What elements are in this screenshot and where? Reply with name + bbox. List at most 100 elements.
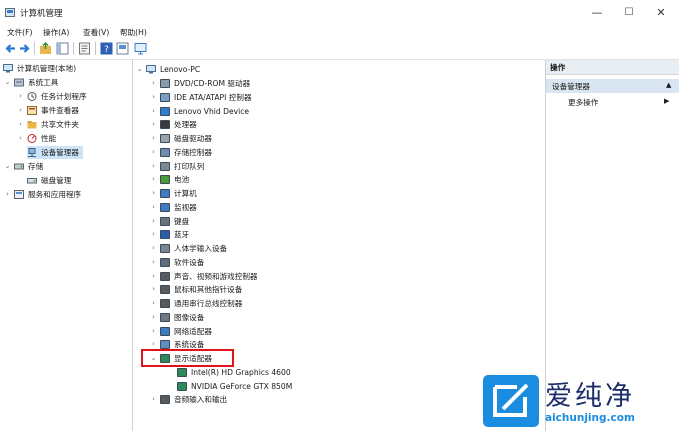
properties-icon[interactable]: [78, 42, 91, 55]
chevron-right-icon[interactable]: ›: [150, 160, 157, 173]
device-category-item[interactable]: › 电池: [150, 173, 189, 186]
tree-item-computer-management[interactable]: 计算机管理(本地): [3, 62, 76, 75]
menu-help[interactable]: 帮助(H): [120, 27, 147, 38]
device-category-item[interactable]: › IDE ATA/ATAPI 控制器: [150, 91, 252, 104]
chevron-right-icon[interactable]: ›: [150, 393, 157, 406]
performance-icon: [27, 134, 37, 143]
tree-item-device-manager[interactable]: 设备管理器: [27, 146, 83, 159]
forward-icon[interactable]: [18, 42, 31, 55]
chevron-right-icon[interactable]: ›: [150, 215, 157, 228]
keyboard-icon: [160, 216, 170, 226]
actions-section-device-manager[interactable]: 设备管理器 ▲: [546, 79, 679, 93]
chevron-right-icon[interactable]: ›: [150, 118, 157, 131]
device-category-item[interactable]: › 网络适配器: [150, 325, 212, 338]
monitor-toolbar-icon[interactable]: [134, 42, 147, 55]
device-category-item[interactable]: Intel(R) HD Graphics 4600: [177, 366, 291, 379]
audio-io-icon: [160, 395, 170, 405]
tree-item-disk-management[interactable]: 磁盘管理: [27, 174, 71, 187]
tree-item-task-scheduler[interactable]: › 任务计划程序: [17, 90, 87, 103]
watermark-brand: 爱纯净: [545, 381, 635, 412]
device-tree-root[interactable]: ⌄ Lenovo-PC: [136, 63, 200, 76]
chevron-right-icon[interactable]: ›: [17, 132, 24, 145]
watermark-logo-icon: [483, 375, 539, 427]
device-category-item[interactable]: › 处理器: [150, 118, 197, 131]
chevron-right-icon[interactable]: ›: [150, 270, 157, 283]
help-icon[interactable]: ?: [100, 42, 113, 55]
navigation-pane: 计算机管理(本地) ⌄ 系统工具 › 任务计划程序 › 事件查看器 › 共享文件…: [0, 60, 133, 431]
show-hide-tree-icon[interactable]: [56, 42, 69, 55]
device-category-item[interactable]: › 软件设备: [150, 256, 204, 269]
storage-icon: [14, 163, 24, 170]
chevron-right-icon[interactable]: ›: [17, 104, 24, 117]
chevron-right-icon[interactable]: ›: [150, 256, 157, 269]
close-button[interactable]: ✕: [646, 2, 676, 22]
device-category-item[interactable]: › 监视器: [150, 201, 197, 214]
tree-item-system-tools[interactable]: ⌄ 系统工具: [4, 76, 59, 89]
menu-view[interactable]: 查看(V): [83, 27, 109, 38]
tree-item-storage[interactable]: ⌄ 存储: [4, 160, 44, 173]
chevron-down-icon[interactable]: ⌄: [4, 76, 11, 89]
chevron-down-icon[interactable]: ⌄: [136, 63, 143, 76]
chevron-right-icon[interactable]: ›: [150, 228, 157, 241]
chevron-right-icon[interactable]: ›: [150, 173, 157, 186]
menu-file[interactable]: 文件(F): [7, 27, 32, 38]
chevron-right-icon[interactable]: ›: [150, 105, 157, 118]
chevron-right-icon[interactable]: ›: [150, 146, 157, 159]
device-category-item[interactable]: › 磁盘驱动器: [150, 132, 212, 145]
device-category-item[interactable]: › 人体学输入设备: [150, 242, 227, 255]
chevron-down-icon[interactable]: ⌄: [4, 160, 11, 173]
chevron-right-icon[interactable]: ›: [150, 187, 157, 200]
actions-header: 操作: [546, 60, 679, 75]
device-category-item[interactable]: › 计算机: [150, 187, 197, 200]
chevron-right-icon[interactable]: ›: [150, 132, 157, 145]
chevron-right-icon[interactable]: ›: [150, 201, 157, 214]
up-folder-icon[interactable]: [39, 42, 52, 55]
chevron-right-icon[interactable]: ›: [4, 188, 11, 201]
chevron-right-icon[interactable]: ›: [150, 77, 157, 90]
computer-icon: [160, 189, 170, 198]
monitor-icon: [160, 202, 170, 212]
device-category-item[interactable]: › 蓝牙: [150, 228, 189, 241]
maximize-button[interactable]: ☐: [614, 2, 644, 22]
mouse-icon: [160, 285, 170, 295]
device-category-item[interactable]: › 键盘: [150, 215, 189, 228]
device-category-item[interactable]: › Lenovo Vhid Device: [150, 105, 249, 118]
chevron-right-icon[interactable]: ›: [150, 311, 157, 324]
chevron-right-icon[interactable]: ›: [150, 242, 157, 255]
tree-item-event-viewer[interactable]: › 事件查看器: [17, 104, 79, 117]
chevron-right-icon[interactable]: ›: [17, 90, 24, 103]
export-list-icon[interactable]: [116, 42, 129, 55]
device-category-item[interactable]: › 存储控制器: [150, 146, 212, 159]
window-title: 计算机管理: [20, 9, 63, 19]
device-category-item[interactable]: › 音频输入和输出: [150, 393, 227, 406]
device-category-item[interactable]: › 声音、视频和游戏控制器: [150, 270, 258, 283]
more-actions-item[interactable]: 更多操作 ▶: [568, 97, 678, 109]
minimize-button[interactable]: —: [582, 2, 612, 22]
print-queue-icon: [160, 161, 170, 171]
device-category-item[interactable]: › 打印队列: [150, 160, 204, 173]
chevron-right-icon[interactable]: ›: [17, 118, 24, 131]
device-category-item[interactable]: NVIDIA GeForce GTX 850M: [177, 380, 292, 393]
back-icon[interactable]: [4, 42, 17, 55]
device-category-item[interactable]: › 图像设备: [150, 311, 204, 324]
device-category-item[interactable]: › DVD/CD-ROM 驱动器: [150, 77, 250, 90]
chevron-right-icon[interactable]: ›: [150, 325, 157, 338]
sound-icon: [160, 271, 170, 281]
computer-management-icon: [3, 64, 13, 73]
pc-icon: [146, 65, 156, 74]
event-viewer-icon: [27, 106, 37, 115]
tree-item-services-and-applications[interactable]: › 服务和应用程序: [4, 188, 81, 201]
collapse-arrow-icon[interactable]: ▲: [666, 81, 671, 89]
battery-icon: [160, 175, 170, 185]
device-category-item[interactable]: › 通用串行总线控制器: [150, 297, 242, 310]
software-device-icon: [160, 257, 170, 267]
device-category-item[interactable]: › 鼠标和其他指针设备: [150, 283, 242, 296]
tree-item-performance[interactable]: › 性能: [17, 132, 56, 145]
chevron-right-icon[interactable]: ›: [150, 297, 157, 310]
title-bar: 计算机管理 — ☐ ✕: [0, 0, 679, 26]
chevron-right-icon[interactable]: ›: [150, 91, 157, 104]
chevron-right-icon[interactable]: ›: [150, 283, 157, 296]
menu-action[interactable]: 操作(A): [43, 27, 69, 38]
menu-bar: 文件(F) 操作(A) 查看(V) 帮助(H): [0, 26, 679, 39]
tree-item-shared-folders[interactable]: › 共享文件夹: [17, 118, 79, 131]
